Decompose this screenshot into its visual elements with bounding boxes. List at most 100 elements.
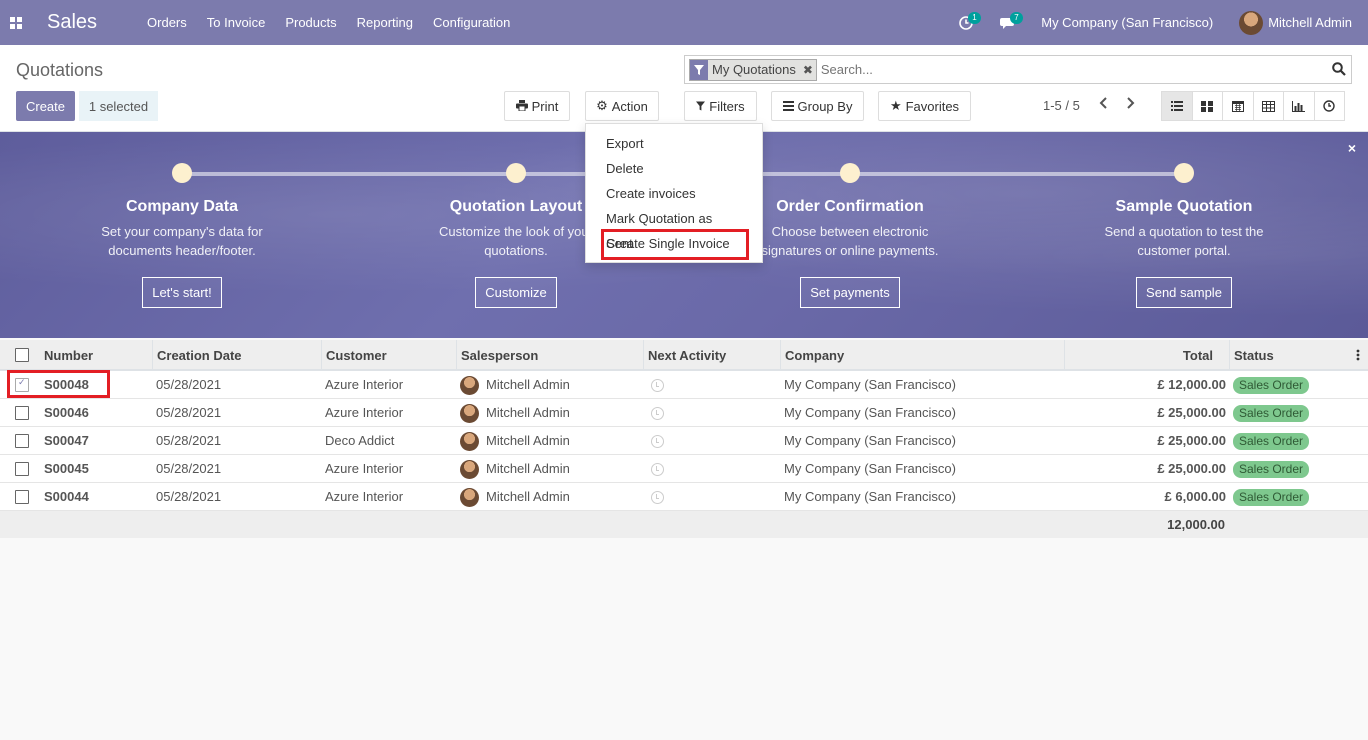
salesperson-name: Mitchell Admin: [486, 433, 570, 448]
pager-next-icon[interactable]: [1126, 96, 1136, 112]
menu-configuration[interactable]: Configuration: [423, 0, 520, 45]
selected-count: 1 selected: [79, 91, 158, 121]
total-sum: 12,000.00: [1167, 517, 1225, 532]
status-badge: Sales Order: [1233, 461, 1310, 478]
filters-button[interactable]: Filters: [684, 91, 757, 121]
search-bar[interactable]: My Quotations ✖: [684, 55, 1352, 84]
menu-item-create-invoices[interactable]: Create invoices: [586, 181, 762, 206]
step-dot: [1174, 163, 1194, 183]
company-switcher[interactable]: My Company (San Francisco): [1041, 15, 1213, 30]
apps-menu-icon[interactable]: [0, 0, 32, 45]
calendar-view-icon[interactable]: [1222, 91, 1254, 121]
customize-button[interactable]: Customize: [475, 277, 557, 308]
pager-value[interactable]: 1-5 / 5: [1043, 98, 1080, 113]
table-row[interactable]: S00044 05/28/2021 Azure Interior Mitchel…: [0, 483, 1368, 511]
column-header-number[interactable]: Number: [40, 340, 153, 371]
menu-item-export[interactable]: Export: [586, 131, 762, 156]
activity-clock-icon[interactable]: 1: [951, 0, 981, 45]
user-menu[interactable]: Mitchell Admin: [1268, 15, 1352, 30]
quotation-number: S00047: [44, 433, 89, 448]
menu-products[interactable]: Products: [275, 0, 346, 45]
close-banner-icon[interactable]: ×: [1348, 140, 1356, 156]
app-name[interactable]: Sales: [47, 11, 97, 34]
step-dot: [840, 163, 860, 183]
column-header-next-activity[interactable]: Next Activity: [643, 340, 781, 371]
column-header-salesperson[interactable]: Salesperson: [456, 340, 644, 371]
creation-date: 05/28/2021: [156, 489, 222, 504]
creation-date: 05/28/2021: [156, 433, 222, 448]
order-total: £ 12,000.00: [1157, 377, 1226, 392]
activity-clock-icon[interactable]: [651, 407, 664, 420]
status-badge: Sales Order: [1233, 433, 1310, 450]
favorites-button[interactable]: ★ Favorites: [878, 91, 971, 121]
customer-name: Deco Addict: [325, 433, 395, 448]
table-header: Number Creation Date Customer Salesperso…: [0, 340, 1368, 371]
step-description: Send a quotation to test the customer por…: [1104, 224, 1264, 258]
create-button[interactable]: Create: [16, 91, 75, 121]
order-total: £ 25,000.00: [1157, 461, 1226, 476]
optional-columns-icon[interactable]: [1352, 340, 1368, 371]
activity-clock-icon[interactable]: [651, 435, 664, 448]
facet-remove-icon[interactable]: ✖: [800, 63, 816, 77]
search-input[interactable]: [820, 62, 1321, 77]
quotation-number: S00044: [44, 489, 89, 504]
favorites-label: Favorites: [905, 98, 960, 114]
search-magnifier-icon[interactable]: [1332, 62, 1346, 79]
column-header-customer[interactable]: Customer: [321, 340, 456, 371]
column-header-status[interactable]: Status: [1229, 340, 1349, 371]
table-row[interactable]: S00045 05/28/2021 Azure Interior Mitchel…: [0, 455, 1368, 483]
order-total: £ 25,000.00: [1157, 433, 1226, 448]
send-sample-button[interactable]: Send sample: [1136, 277, 1232, 308]
company-name: My Company (San Francisco): [784, 489, 956, 504]
activity-clock-icon[interactable]: [651, 491, 664, 504]
messages-chat-icon[interactable]: 7: [993, 0, 1023, 45]
menu-reporting[interactable]: Reporting: [347, 0, 423, 45]
group-by-button[interactable]: Group By: [771, 91, 864, 121]
action-button[interactable]: ⚙ Action: [585, 91, 659, 121]
menu-orders[interactable]: Orders: [137, 0, 197, 45]
star-icon: ★: [889, 98, 902, 113]
top-navbar: Sales Orders To Invoice Products Reporti…: [0, 0, 1368, 45]
graph-view-icon[interactable]: [1283, 91, 1315, 121]
column-header-company[interactable]: Company: [780, 340, 1065, 371]
salesperson-name: Mitchell Admin: [486, 377, 570, 392]
status-badge: Sales Order: [1233, 405, 1310, 422]
set-payments-button[interactable]: Set payments: [800, 277, 900, 308]
select-all-checkbox[interactable]: [15, 348, 29, 362]
menu-to-invoice[interactable]: To Invoice: [197, 0, 276, 45]
menu-item-mark-quotation-sent[interactable]: Mark Quotation as Sent: [586, 206, 762, 251]
print-button[interactable]: Print: [504, 91, 570, 121]
kanban-view-icon[interactable]: [1191, 91, 1223, 121]
menu-item-delete[interactable]: Delete: [586, 156, 762, 181]
table-row[interactable]: S00048 05/28/2021 Azure Interior Mitchel…: [0, 371, 1368, 399]
step-title: Company Data: [125, 198, 239, 215]
quotation-number: S00046: [44, 405, 89, 420]
row-checkbox[interactable]: [15, 406, 29, 420]
order-total: £ 6,000.00: [1164, 489, 1226, 504]
company-name: My Company (San Francisco): [784, 461, 956, 476]
activity-clock-icon[interactable]: [651, 463, 664, 476]
creation-date: 05/28/2021: [156, 405, 222, 420]
pager-previous-icon[interactable]: [1098, 96, 1108, 112]
status-badge: Sales Order: [1233, 489, 1310, 506]
list-view-icon[interactable]: [1161, 91, 1193, 121]
step-dot: [506, 163, 526, 183]
row-checkbox[interactable]: [15, 490, 29, 504]
user-avatar[interactable]: [1239, 10, 1264, 35]
row-checkbox[interactable]: [15, 434, 29, 448]
onboarding-step-sample-quotation: Sample Quotation Send a quotation to tes…: [1064, 163, 1304, 308]
row-checkbox[interactable]: [15, 462, 29, 476]
activity-clock-icon[interactable]: [651, 379, 664, 392]
highlight-box-create-single-invoice: [601, 229, 749, 260]
table-row[interactable]: S00047 05/28/2021 Deco Addict Mitchell A…: [0, 427, 1368, 455]
company-name: My Company (San Francisco): [784, 377, 956, 392]
creation-date: 05/28/2021: [156, 461, 222, 476]
activity-view-icon[interactable]: [1313, 91, 1345, 121]
column-header-total[interactable]: Total: [1064, 340, 1230, 371]
quotations-table: Number Creation Date Customer Salesperso…: [0, 340, 1368, 538]
lets-start-button[interactable]: Let's start!: [142, 277, 222, 308]
table-row[interactable]: S00046 05/28/2021 Azure Interior Mitchel…: [0, 399, 1368, 427]
pivot-view-icon[interactable]: [1252, 91, 1284, 121]
status-badge: Sales Order: [1233, 377, 1310, 394]
column-header-creation-date[interactable]: Creation Date: [152, 340, 322, 371]
